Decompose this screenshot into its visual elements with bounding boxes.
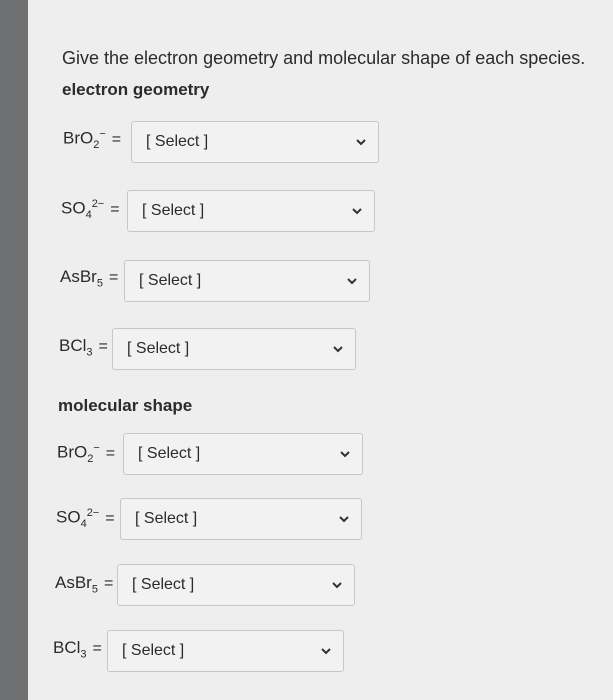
select-placeholder: [ Select ]: [135, 510, 198, 527]
formula-bro2: BrO2−: [63, 128, 106, 152]
formula-bcl3: BCl3: [59, 336, 93, 359]
eg-select-so4[interactable]: [ Select ]: [127, 190, 375, 232]
equals-sign: =: [103, 575, 114, 593]
equals-sign: =: [111, 130, 122, 148]
equals-sign: =: [108, 269, 119, 287]
select-placeholder: [ Select ]: [142, 202, 205, 219]
equals-sign: =: [105, 444, 116, 462]
select-placeholder: [ Select ]: [139, 272, 202, 289]
eg-select-asbr5[interactable]: [ Select ]: [124, 260, 370, 302]
section-electron-geometry: electron geometry: [62, 80, 210, 99]
formula-asbr5: AsBr5: [60, 267, 103, 290]
select-placeholder: [ Select ]: [138, 445, 201, 462]
select-placeholder: [ Select ]: [132, 576, 195, 593]
ms-select-bro2[interactable]: [ Select ]: [123, 433, 363, 475]
eg-row-bro2: BrO2− =: [63, 128, 135, 151]
ms-row-bro2: BrO2− =: [57, 442, 129, 465]
chevron-down-icon: [352, 208, 362, 215]
ms-select-bcl3[interactable]: [ Select ]: [107, 630, 344, 672]
section-molecular-shape: molecular shape: [58, 396, 193, 415]
formula-so4: SO42−: [61, 198, 105, 222]
chevron-down-icon: [339, 516, 349, 523]
eg-select-bro2[interactable]: [ Select ]: [131, 121, 379, 163]
equals-sign: =: [105, 509, 115, 527]
ms-select-so4[interactable]: [ Select ]: [120, 498, 362, 540]
ms-select-asbr5[interactable]: [ Select ]: [117, 564, 355, 606]
formula-asbr5: AsBr5: [55, 573, 98, 596]
chevron-down-icon: [347, 278, 357, 285]
select-placeholder: [ Select ]: [127, 340, 190, 357]
formula-bro2: BrO2−: [57, 442, 100, 466]
equals-sign: =: [92, 640, 102, 658]
chevron-down-icon: [332, 582, 342, 589]
eg-row-so4: SO42− =: [61, 198, 134, 221]
equals-sign: =: [110, 200, 120, 218]
ms-row-so4: SO42− =: [56, 507, 129, 530]
eg-row-asbr5: AsBr5 =: [60, 267, 132, 289]
equals-sign: =: [98, 338, 108, 356]
chevron-down-icon: [340, 451, 350, 458]
chevron-down-icon: [356, 139, 366, 146]
chevron-down-icon: [333, 346, 343, 353]
select-placeholder: [ Select ]: [122, 642, 185, 659]
formula-bcl3: BCl3: [53, 638, 87, 661]
question-heading: Give the electron geometry and molecular…: [62, 48, 586, 68]
eg-select-bcl3[interactable]: [ Select ]: [112, 328, 356, 370]
formula-so4: SO42−: [56, 507, 100, 531]
chevron-down-icon: [321, 648, 331, 655]
select-placeholder: [ Select ]: [146, 133, 209, 150]
